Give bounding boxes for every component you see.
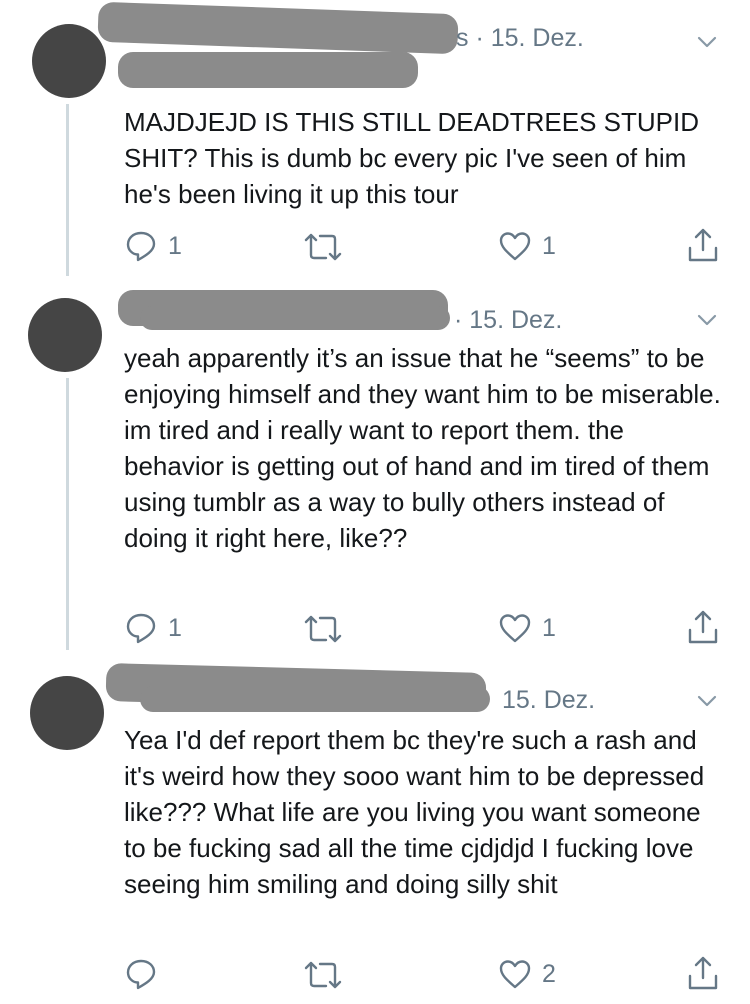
reply-button[interactable] [124,957,168,991]
share-button[interactable] [686,954,720,992]
chevron-down-icon[interactable] [696,309,718,331]
like-button[interactable]: 1 [498,612,556,644]
redacted-handle [118,52,418,88]
like-icon [499,232,531,261]
like-button[interactable]: 2 [498,958,556,990]
like-icon [499,614,531,643]
redacted-handle [140,306,450,330]
retweet-button[interactable] [302,231,354,263]
retweet-icon [304,961,342,989]
tweet-date: · 15. Dez. [454,306,563,334]
avatar[interactable] [28,298,102,372]
reply-count: 1 [168,231,182,260]
thread-line [66,104,69,276]
reply-icon [126,231,156,262]
retweet-button[interactable] [302,959,354,991]
like-button[interactable]: 1 [498,230,556,262]
reply-button[interactable]: 1 [124,229,182,263]
avatar[interactable] [30,676,104,750]
reply-icon [126,613,156,644]
avatar[interactable] [32,24,106,98]
tweet-date: 15. Dez. [502,686,596,714]
like-icon [499,960,531,989]
tweet-text: MAJDJEJD IS THIS STILL DEADTREES STUPID … [124,107,699,209]
redacted-handle [140,686,490,712]
share-button[interactable] [686,226,720,264]
tweet-date: s · 15. Dez. [456,24,584,52]
like-count: 1 [542,231,556,260]
share-icon [688,956,718,990]
retweet-icon [304,615,342,643]
like-count: 2 [542,959,556,988]
share-button[interactable] [686,608,720,646]
retweet-icon [304,233,342,261]
like-count: 1 [542,613,556,642]
tweet-text: Yea I'd def report them bc they're such … [124,725,705,899]
tweet-text: yeah apparently it’s an issue that he “s… [124,343,721,553]
chevron-down-icon[interactable] [696,31,718,53]
share-icon [688,610,718,644]
reply-icon [126,959,156,990]
redacted-username [97,1,459,55]
reply-button[interactable]: 1 [124,611,182,645]
retweet-button[interactable] [302,613,354,645]
chevron-down-icon[interactable] [696,690,718,712]
share-icon [688,228,718,262]
thread-line [66,378,69,650]
reply-count: 1 [168,613,182,642]
